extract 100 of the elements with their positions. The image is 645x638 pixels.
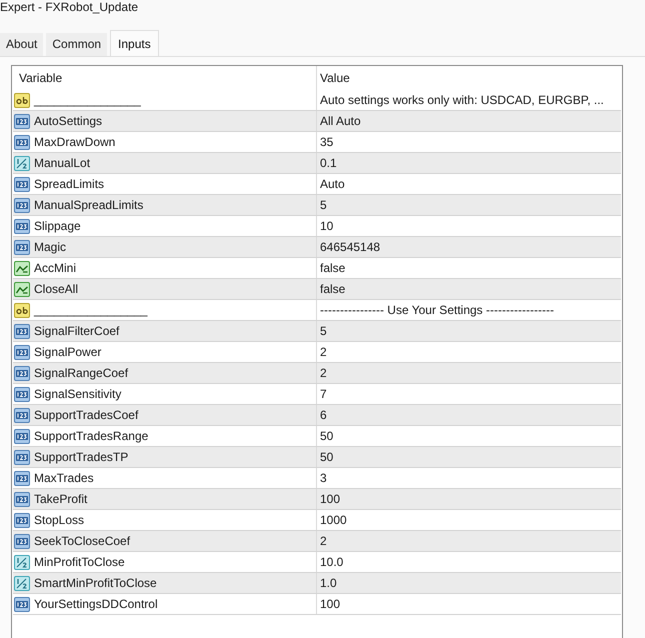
parameter-row[interactable]: SeekToCloseCoef 2: [13, 531, 621, 552]
number-type-icon: [14, 428, 30, 444]
number-type-icon: [14, 534, 30, 548]
number-type-icon: [14, 366, 30, 380]
number-type-icon: [14, 512, 30, 528]
variable-value: 100: [320, 596, 340, 613]
parameter-row[interactable]: SignalRangeCoef 2: [13, 363, 621, 384]
variable-value: false: [320, 260, 346, 277]
number-type-icon: [14, 386, 30, 402]
parameter-row[interactable]: MaxDrawDown 35: [13, 132, 621, 153]
variable-name: MinProfitToClose: [34, 554, 125, 571]
variable-value: 2: [320, 365, 327, 382]
variable-name: YourSettingsDDControl: [34, 596, 158, 613]
variable-name: MaxTrades: [34, 470, 94, 487]
number-type-icon: [14, 344, 30, 360]
variable-name: SignalSensitivity: [34, 386, 122, 403]
parameter-row[interactable]: SignalSensitivity 7: [13, 384, 621, 405]
variable-value: 50: [320, 449, 334, 466]
variable-value: 10.0: [320, 554, 344, 571]
variable-name: ManualLot: [34, 155, 90, 172]
parameter-row[interactable]: ________________ Auto settings works only with: USDCAD, EURGBP, ...: [13, 90, 621, 111]
parameter-row[interactable]: SpreadLimits Auto: [13, 174, 621, 195]
parameter-row[interactable]: ManualLot 0.1: [13, 153, 621, 174]
variable-value: false: [320, 281, 346, 298]
parameter-row[interactable]: ManualSpreadLimits 5: [13, 195, 621, 216]
parameter-row[interactable]: Slippage 10: [13, 216, 621, 237]
number-type-icon: [14, 114, 30, 128]
parameter-row[interactable]: SignalFilterCoef 5: [13, 321, 621, 342]
variable-name: Slippage: [34, 218, 81, 235]
variable-value: 35: [320, 134, 334, 151]
parameter-row[interactable]: MinProfitToClose 10.0: [13, 552, 621, 573]
parameter-row[interactable]: Magic 646545148: [13, 237, 621, 258]
number-type-icon: [14, 198, 30, 212]
tab[interactable]: Inputs: [110, 30, 159, 56]
fraction-type-icon: [14, 156, 30, 170]
variable-value: 50: [320, 428, 334, 445]
number-type-icon: [14, 176, 30, 192]
parameter-row[interactable]: SignalPower 2: [13, 342, 621, 363]
variable-name: ________________: [34, 92, 141, 109]
toggle-type-icon: [14, 282, 30, 296]
variable-name: AutoSettings: [34, 113, 102, 130]
variable-value: 5: [320, 197, 327, 214]
variable-name: MaxDrawDown: [34, 134, 116, 151]
variable-value: 646545148: [320, 239, 380, 256]
variable-name: SignalFilterCoef: [34, 323, 120, 340]
parameter-row[interactable]: AutoSettings All Auto: [13, 111, 621, 132]
parameter-row[interactable]: SmartMinProfitToClose 1.0: [13, 573, 621, 594]
parameter-row[interactable]: TakeProfit 100: [13, 489, 621, 510]
variable-name: CloseAll: [34, 281, 78, 298]
variable-name: SeekToCloseCoef: [34, 533, 130, 550]
variable-value: 3: [320, 470, 327, 487]
variable-value: ---------------- Use Your Settings -----------------: [320, 302, 554, 319]
variable-name: SignalRangeCoef: [34, 365, 128, 382]
variable-value: 6: [320, 407, 327, 424]
variable-name: SupportTradesCoef: [34, 407, 138, 424]
variable-value: 1.0: [320, 575, 337, 592]
parameter-row[interactable]: StopLoss 1000: [13, 510, 621, 531]
number-type-icon: [14, 408, 30, 422]
parameter-row[interactable]: SupportTradesRange 50: [13, 426, 621, 447]
tab[interactable]: Common: [46, 33, 108, 56]
variable-name: SpreadLimits: [34, 176, 104, 193]
text-type-icon: [14, 92, 30, 108]
number-type-icon: [14, 218, 30, 234]
variable-name: SupportTradesRange: [34, 428, 148, 445]
variable-name: SmartMinProfitToClose: [34, 575, 157, 592]
variable-name: SignalPower: [34, 344, 102, 361]
number-type-icon: [14, 470, 30, 486]
variable-value: 7: [320, 386, 327, 403]
variable-value: 1000: [320, 512, 347, 529]
fraction-type-icon: [14, 554, 30, 570]
variable-value: Auto: [320, 176, 345, 193]
parameter-row[interactable]: SupportTradesTP 50: [13, 447, 621, 468]
variable-value: 5: [320, 323, 327, 340]
toggle-type-icon: [14, 260, 30, 276]
number-type-icon: [14, 240, 30, 254]
variable-name: TakeProfit: [34, 491, 88, 508]
number-type-icon: [14, 450, 30, 464]
variable-value: 2: [320, 344, 327, 361]
variable-name: AccMini: [34, 260, 76, 277]
parameter-row[interactable]: MaxTrades 3: [13, 468, 621, 489]
number-type-icon: [14, 492, 30, 506]
variable-name: _________________: [34, 302, 148, 319]
variable-value: Auto settings works only with: USDCAD, EURGBP, ...: [320, 92, 604, 109]
fraction-type-icon: [14, 576, 30, 590]
window-title: Expert - FXRobot_Update: [0, 0, 138, 14]
parameter-row[interactable]: YourSettingsDDControl 100: [13, 594, 621, 615]
variable-name: Magic: [34, 239, 66, 256]
column-header[interactable]: Variable: [13, 66, 316, 90]
number-type-icon: [14, 596, 30, 612]
number-type-icon: [14, 324, 30, 338]
parameter-row[interactable]: CloseAll false: [13, 279, 621, 300]
number-type-icon: [14, 134, 30, 150]
parameter-row[interactable]: AccMini false: [13, 258, 621, 279]
parameter-row[interactable]: _________________ ---------------- Use Your Settings -----------------: [13, 300, 621, 321]
text-type-icon: [14, 302, 30, 318]
tab[interactable]: About: [0, 33, 44, 56]
parameter-row[interactable]: SupportTradesCoef 6: [13, 405, 621, 426]
variable-value: 10: [320, 218, 334, 235]
variable-value: 0.1: [320, 155, 337, 172]
variable-value: 2: [320, 533, 327, 550]
